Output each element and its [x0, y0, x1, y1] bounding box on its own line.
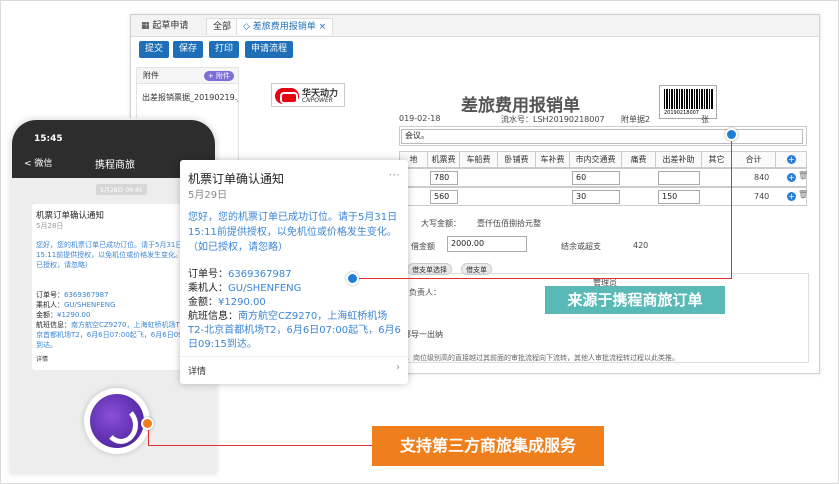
form-serial: 流水号：LSH20190218007	[501, 115, 605, 124]
col-city: 市内交通费	[570, 152, 622, 167]
attach-unit: 张	[701, 115, 709, 124]
print-button[interactable]: 打印	[209, 41, 240, 58]
popup-message: 您好，您的机票订单已成功订位。请于5月31日15:11前提供授权，以免机位或价格…	[188, 212, 398, 253]
popup-amount: 金额：¥1290.00	[188, 297, 266, 308]
loan-label: 借金额	[411, 242, 435, 251]
logo-subtext: CNPOWER	[302, 97, 333, 104]
card-title: 机票订单确认通知	[36, 211, 105, 221]
message-card[interactable]: 机票订单确认通知 5月28日 您好，您的机票订单已成功订位。请于5月31日15:…	[32, 204, 202, 370]
attachment-file[interactable]: 出差报销票据_20190219.j...	[137, 84, 238, 111]
popup-order: 订单号：6369367987	[188, 269, 292, 280]
col-other: 其它	[702, 152, 732, 167]
total-2: 740	[754, 192, 770, 201]
balance-label: 结余或超支	[561, 242, 601, 251]
card-order: 订单号：6369367987	[36, 291, 109, 299]
chat-title: 携程商旅	[95, 160, 135, 171]
card-flight: 航班信息：南方航空CZ9270，上海虹桥机场T2-北京首都机场T2，6月6日07…	[36, 321, 194, 349]
callout-dot-popup	[346, 272, 359, 285]
city-field-2[interactable]: 30	[572, 190, 620, 204]
message-time: 5月28日 09:45	[96, 184, 147, 195]
popup-title: 机票订单确认通知	[188, 172, 285, 186]
col-plane: 机票费	[428, 152, 460, 167]
popup-date: 5月29日	[188, 190, 228, 201]
tab-draft[interactable]: ▦ 起草申请	[135, 18, 194, 35]
card-passenger: 乘机人：GU/SHENFENG	[36, 301, 116, 309]
attachment-header: 附件 + 附件	[137, 68, 238, 84]
callout-line-h2	[148, 445, 373, 446]
add-row-icon[interactable]: +	[787, 173, 796, 182]
tab-all[interactable]: 全部	[206, 18, 239, 35]
add-row-icon[interactable]: +	[787, 192, 796, 201]
form-date: 019-02-18	[399, 114, 441, 123]
card-date: 5月28日	[36, 222, 64, 230]
add-row-icon[interactable]: +	[787, 155, 796, 164]
total-1: 840	[754, 173, 770, 182]
plane-field-2[interactable]: 560	[430, 190, 458, 204]
card-amount: 金额：¥1290.00	[36, 311, 91, 319]
col-lodging: 痛费	[622, 152, 656, 167]
subsidy-field-1[interactable]	[658, 171, 700, 185]
add-attachment-button[interactable]: + 附件	[203, 71, 234, 81]
company-logo: 华天动力 CNPOWER	[271, 83, 345, 107]
expense-header-row: 地 机票费 车船费 卧铺费 车补费 市内交通费 痛费 出差补助 其它 合计	[399, 151, 807, 168]
logo-icon	[275, 88, 299, 104]
col-total: 合计	[732, 152, 776, 167]
card-detail[interactable]: 详情	[36, 354, 48, 363]
col-carsub: 车补费	[536, 152, 570, 167]
status-time: 15:45	[34, 134, 63, 144]
callout-line-v	[731, 136, 732, 279]
popup-card: 机票订单确认通知 ··· 5月29日 您好，您的机票订单已成功订位。请于5月31…	[180, 160, 408, 384]
popup-divider	[180, 356, 408, 357]
col-sleeper: 卧铺费	[498, 152, 536, 167]
callout-ctrip-source: 来源于携程商旅订单	[545, 286, 725, 314]
callout-dot-form	[725, 128, 738, 141]
col-subsidy: 出差补助	[656, 152, 702, 167]
subsidy-field-2[interactable]: 150	[658, 190, 700, 204]
balance-value: 420	[633, 241, 649, 250]
callout-line-h	[354, 278, 732, 279]
save-button[interactable]: 保存	[173, 41, 204, 58]
purpose-row: 会议。	[399, 126, 807, 146]
back-button[interactable]: < 微信	[24, 156, 52, 169]
form-title: 差旅费用报销单	[461, 96, 580, 116]
chevron-right-icon: ›	[396, 362, 400, 373]
city-field-1[interactable]: 60	[572, 171, 620, 185]
card-message: 您好，您的机票订单已成功订位。请于5月31日15:11前提供授权，以免机位或价格…	[36, 241, 193, 269]
more-icon[interactable]: ···	[389, 168, 400, 182]
tab-expense-form[interactable]: ◇ 差旅费用报销单 ×	[236, 18, 334, 35]
popup-detail[interactable]: 详情	[188, 364, 206, 377]
trash-icon[interactable]: 🗑	[798, 190, 808, 199]
plane-field-1[interactable]: 780	[430, 171, 458, 185]
submit-button[interactable]: 提交	[139, 41, 170, 58]
attach-count: 附单据2	[621, 115, 651, 124]
tab-bar: ▦ 起草申请 全部 ◇ 差旅费用报销单 ×	[131, 15, 819, 37]
popup-passenger: 乘机人：GU/SHENFENG	[188, 283, 302, 294]
callout-dot-app	[141, 417, 154, 430]
capital-label: 大写金额：	[421, 219, 461, 228]
callout-third-party: 支持第三方商旅集成服务	[372, 426, 604, 466]
purpose-field[interactable]: 会议。	[401, 129, 803, 144]
col-boat: 车船费	[460, 152, 498, 167]
capital-value: 壹仟伍佰捌拾元整	[477, 219, 541, 228]
expense-row-2: 560 30 150 740	[399, 187, 807, 206]
ctrip-app-icon[interactable]	[84, 388, 150, 454]
expense-row-1: 780 60 840	[399, 168, 807, 187]
popup-flight: 航班信息：南方航空CZ9270，上海虹桥机场T2-北京首都机场T2，6月6日07…	[188, 311, 401, 350]
trash-icon[interactable]: 🗑	[798, 171, 808, 180]
workflow-button[interactable]: 申请流程	[245, 41, 294, 58]
loan-field[interactable]: 2000.00	[447, 236, 527, 252]
